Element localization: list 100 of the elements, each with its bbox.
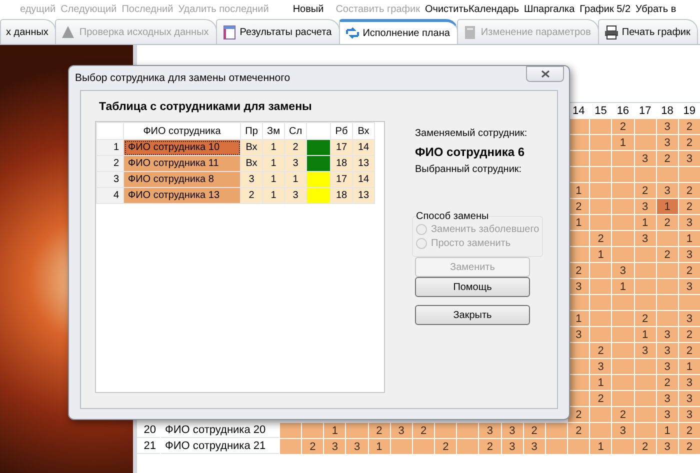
tab[interactable]: Исполнение плана (338, 19, 458, 44)
table-cell[interactable]: 3 (678, 151, 700, 166)
dialog-button[interactable]: Закрыть (415, 305, 530, 325)
table-cell[interactable]: 2 (634, 311, 656, 326)
table-cell[interactable]: 3 (678, 311, 700, 326)
table-cell[interactable]: 1 (568, 215, 590, 230)
tab[interactable]: х данных (0, 19, 56, 44)
table-cell[interactable]: 1 (678, 231, 700, 246)
table-cell[interactable]: 3 (678, 407, 700, 422)
toolbar-item[interactable]: Календарь (468, 4, 519, 14)
table-cell[interactable]: 3 (678, 375, 700, 390)
table-cell[interactable]: 1 (568, 183, 590, 198)
table-cell[interactable]: 3 (678, 279, 700, 294)
employee-name[interactable]: ФИО сотрудника 10 (124, 140, 240, 156)
table-cell[interactable]: 2 (656, 375, 678, 390)
table-cell[interactable]: 2 (590, 391, 612, 406)
table-cell[interactable]: 1 (612, 279, 634, 294)
table-cell[interactable]: 2 (568, 423, 590, 438)
employee-name: ФИО сотрудника 20 (161, 423, 279, 438)
table-cell[interactable]: 3 (678, 247, 700, 262)
table-cell[interactable]: 3 (656, 135, 678, 150)
table-cell[interactable]: 2 (302, 439, 324, 454)
table-cell[interactable]: 3 (656, 407, 678, 422)
table-cell[interactable]: 2 (656, 151, 678, 166)
table-cell[interactable]: 3 (502, 439, 523, 454)
table-cell[interactable]: 3 (346, 439, 368, 454)
table-cell[interactable]: 1 (590, 247, 612, 262)
table-cell[interactable]: 1 (656, 423, 678, 438)
table-cell[interactable]: 3 (568, 327, 590, 342)
table-cell[interactable]: 2 (678, 423, 700, 438)
table-cell[interactable]: 3 (656, 343, 678, 358)
printer-icon (604, 24, 619, 40)
table-cell[interactable]: 2 (479, 439, 501, 454)
table-cell[interactable]: 2 (568, 407, 590, 422)
table-cell[interactable]: 3 (590, 359, 612, 374)
table-cell[interactable]: 1 (678, 359, 700, 374)
table-cell[interactable]: 1 (634, 327, 656, 342)
table-cell[interactable]: 3 (612, 423, 634, 438)
toolbar-item[interactable]: График 5/2 (580, 4, 631, 14)
table-cell[interactable]: 3 (656, 439, 678, 454)
table-cell[interactable]: 2 (412, 423, 434, 438)
row-number: 20 (137, 423, 160, 438)
table-cell[interactable]: 3 (656, 119, 678, 134)
table-cell[interactable]: 2 (634, 183, 656, 198)
table-cell[interactable]: 1 (590, 375, 612, 390)
table-cell[interactable]: 2 (368, 423, 390, 438)
table-cell[interactable]: 3 (678, 391, 700, 406)
table-cell[interactable]: 3 (612, 263, 634, 278)
table-cell[interactable]: 3 (656, 359, 678, 374)
table-cell[interactable]: 3 (634, 343, 656, 358)
table-cell[interactable]: 2 (678, 119, 700, 134)
table-cell[interactable]: 3 (678, 215, 700, 230)
toolbar-item[interactable]: Шпаргалка (524, 4, 575, 14)
toolbar-item[interactable]: Очистить (424, 4, 468, 14)
table-cell[interactable]: 1 (612, 135, 634, 150)
table-cell[interactable]: 2 (634, 439, 656, 454)
dialog-button[interactable]: Помощь (415, 277, 530, 297)
employee-name[interactable]: ФИО сотрудника 11 (124, 156, 240, 172)
table-cell[interactable]: 2 (568, 199, 590, 214)
table-cell[interactable]: 2 (656, 247, 678, 262)
table-cell[interactable]: 3 (634, 199, 656, 214)
table-cell[interactable]: 2 (612, 119, 634, 134)
table-cell[interactable]: 1 (656, 199, 678, 214)
table-cell[interactable]: 2 (678, 135, 700, 150)
employee-name[interactable]: ФИО сотрудника 13 (124, 188, 240, 204)
table-cell[interactable]: 2 (678, 327, 700, 342)
table-cell[interactable]: 2 (678, 343, 700, 358)
tab[interactable]: Печать график (598, 19, 698, 44)
table-cell[interactable]: 2 (524, 423, 545, 438)
toolbar-item[interactable]: Убрать в (636, 4, 676, 14)
table-cell[interactable]: 1 (568, 311, 590, 326)
table-cell[interactable]: 1 (634, 215, 656, 230)
table-cell[interactable]: 3 (479, 423, 501, 438)
table-cell[interactable]: 1 (368, 439, 390, 454)
table-cell[interactable]: 3 (656, 327, 678, 342)
table-cell[interactable]: 3 (390, 423, 412, 438)
table-cell[interactable]: 2 (656, 215, 678, 230)
table-cell[interactable]: 2 (612, 407, 634, 422)
table-cell[interactable]: 2 (590, 231, 612, 246)
employee-name[interactable]: ФИО сотрудника 8 (124, 172, 240, 188)
table-cell[interactable]: 3 (324, 439, 346, 454)
table-cell[interactable]: 3 (634, 151, 656, 166)
table-cell[interactable]: 3 (568, 279, 590, 294)
table-cell[interactable]: 2 (678, 439, 700, 454)
table-cell[interactable]: 2 (435, 439, 456, 454)
table-cell[interactable]: 3 (656, 183, 678, 198)
table-cell[interactable]: 2 (590, 343, 612, 358)
table-cell[interactable]: 3 (634, 231, 656, 246)
tab[interactable]: Результаты расчета (216, 19, 340, 44)
table-cell[interactable]: 2 (678, 183, 700, 198)
table-cell[interactable]: 1 (590, 439, 612, 454)
table-cell[interactable]: 3 (524, 439, 545, 454)
table-cell[interactable]: 1 (324, 423, 346, 438)
table-cell[interactable]: 2 (568, 263, 590, 278)
table-cell[interactable]: 3 (656, 391, 678, 406)
close-button[interactable] (526, 66, 564, 82)
toolbar-item[interactable]: Новый (292, 4, 324, 14)
table-cell[interactable]: 2 (678, 263, 700, 278)
table-cell[interactable]: 2 (678, 199, 700, 214)
table-cell[interactable]: 3 (502, 423, 523, 438)
